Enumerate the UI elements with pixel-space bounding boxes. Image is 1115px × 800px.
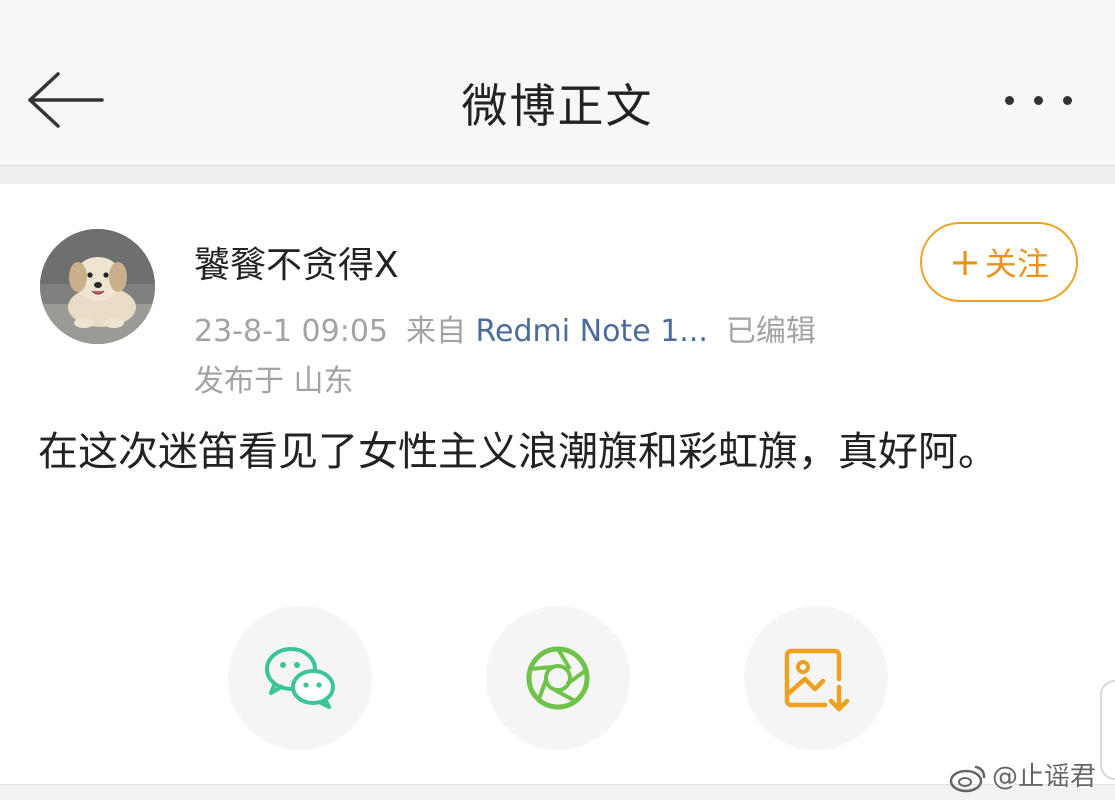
watermark-text: @止谣君: [992, 762, 1097, 792]
location-value: 山东: [293, 364, 354, 399]
location-prefix: 发布于: [194, 364, 284, 399]
wechat-icon: [265, 647, 335, 709]
section-separator: [0, 166, 1115, 184]
post-location: 发布于 山东: [194, 356, 354, 400]
follow-button[interactable]: + 关注: [920, 222, 1078, 302]
share-wechat-button[interactable]: [228, 606, 372, 750]
save-image-button[interactable]: [744, 606, 888, 750]
dog-avatar-image: [40, 229, 155, 344]
page-title: 微博正文: [461, 79, 654, 133]
plus-icon: +: [949, 240, 981, 284]
moments-camera-icon: [526, 646, 590, 710]
weibo-logo-icon: [949, 765, 986, 792]
author-name[interactable]: 饕餮不贪得X: [194, 236, 399, 288]
save-image-icon: [784, 648, 850, 712]
source-prefix: 来自: [406, 314, 466, 349]
more-button[interactable]: [1005, 86, 1097, 116]
follow-label: 关注: [984, 245, 1049, 283]
share-moments-button[interactable]: [486, 606, 630, 750]
author-avatar[interactable]: [40, 229, 155, 344]
watermark: @止谣君: [948, 756, 1096, 793]
edited-label[interactable]: 已编辑: [726, 314, 816, 349]
top-nav-bar: 微博正文: [0, 0, 1115, 166]
weibo-post-screen: 微博正文 饕餮不贪得X 23-8-1 09:05 来自 Redmi Note 1…: [0, 0, 1115, 800]
post-body: 在这次迷笛看见了女性主义浪潮旗和彩虹旗，真好阿。: [38, 429, 998, 475]
post-meta: 23-8-1 09:05 来自 Redmi Note 1... 已编辑: [194, 306, 816, 350]
more-dots-icon: [1005, 90, 1092, 109]
device-source-link[interactable]: Redmi Note 1...: [476, 314, 708, 349]
floating-edge-handle[interactable]: [1100, 680, 1115, 780]
post-card: 饕餮不贪得X 23-8-1 09:05 来自 Redmi Note 1... 已编辑…: [0, 184, 1115, 784]
post-timestamp: 23-8-1 09:05: [194, 314, 388, 349]
